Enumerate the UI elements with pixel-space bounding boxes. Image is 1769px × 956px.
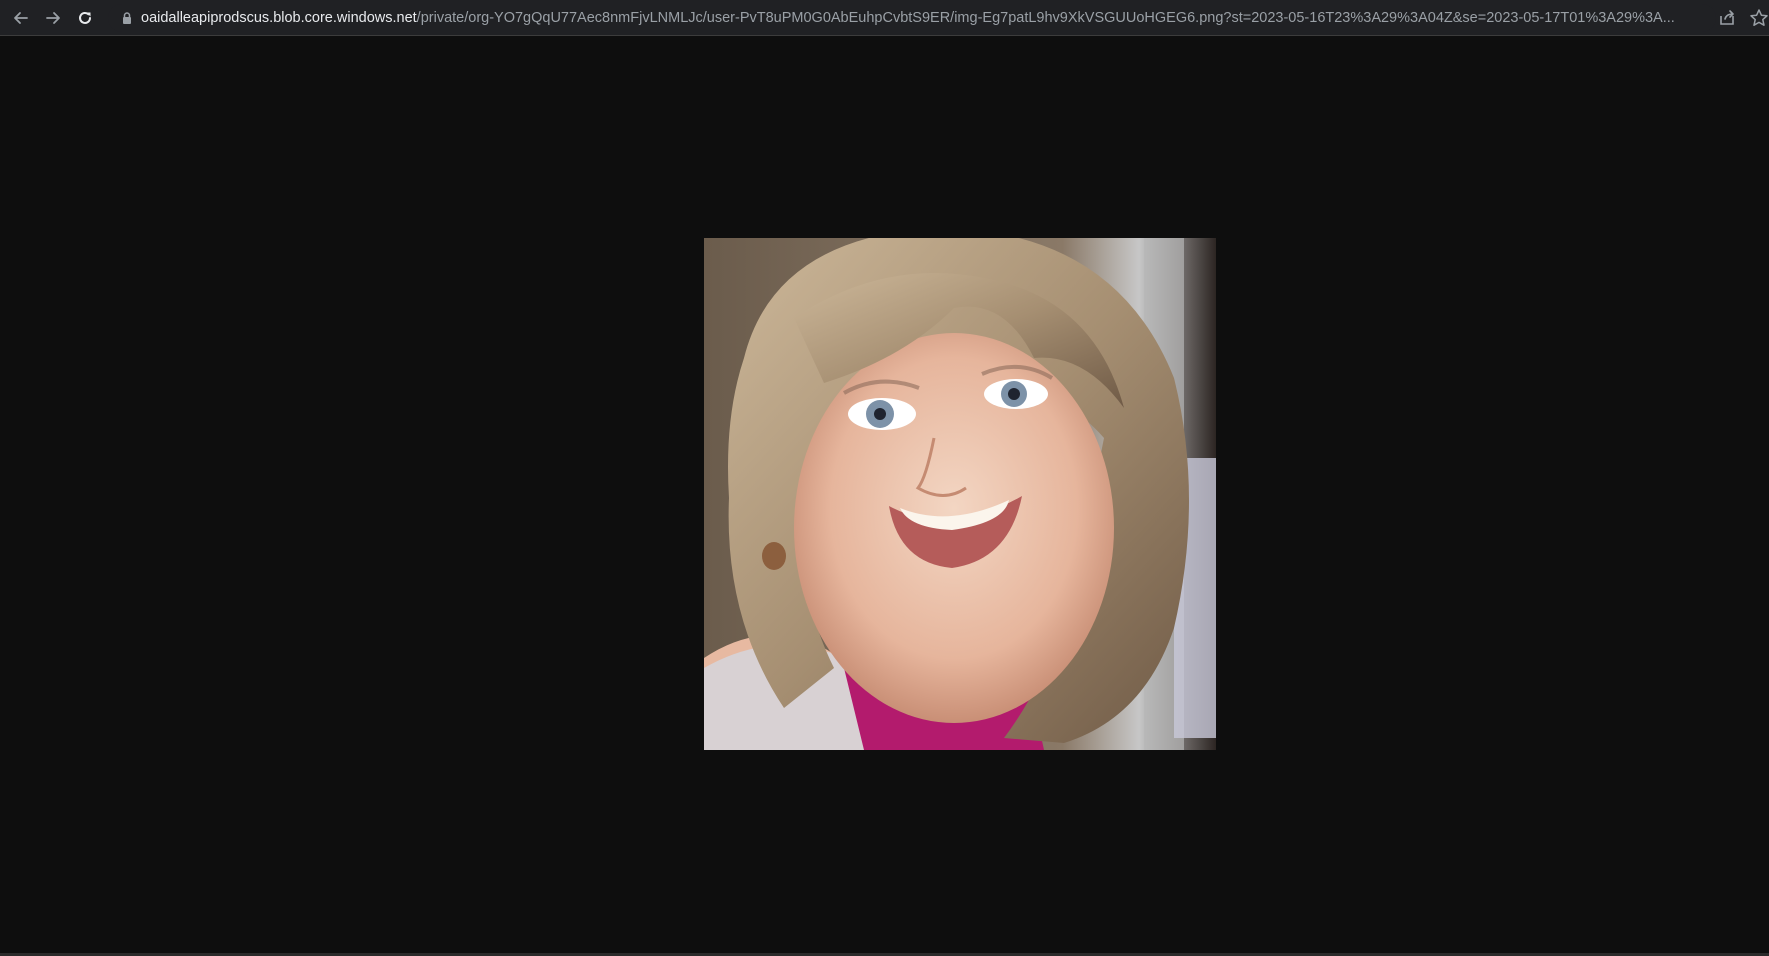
browser-toolbar: oaidalleapiprodscus.blob.core.windows.ne… <box>0 0 1769 36</box>
arrow-right-icon <box>46 12 60 24</box>
lock-icon[interactable] <box>120 11 134 25</box>
forward-button[interactable] <box>41 6 65 30</box>
url-path: /private/org-YO7gQqU77Aec8nmFjvLNMLJc/us… <box>416 10 1675 26</box>
arrow-left-icon <box>14 12 28 24</box>
reload-button[interactable] <box>73 6 97 30</box>
address-bar[interactable]: oaidalleapiprodscus.blob.core.windows.ne… <box>108 4 1716 32</box>
portrait-image <box>704 238 1216 750</box>
back-button[interactable] <box>9 6 33 30</box>
url-text[interactable]: oaidalleapiprodscus.blob.core.windows.ne… <box>141 9 1681 27</box>
reload-icon <box>79 11 91 24</box>
portrait-illustration <box>704 238 1216 750</box>
url-host: oaidalleapiprodscus.blob.core.windows.ne… <box>141 10 417 26</box>
star-icon[interactable] <box>1748 7 1769 29</box>
share-icon[interactable] <box>1717 7 1739 29</box>
